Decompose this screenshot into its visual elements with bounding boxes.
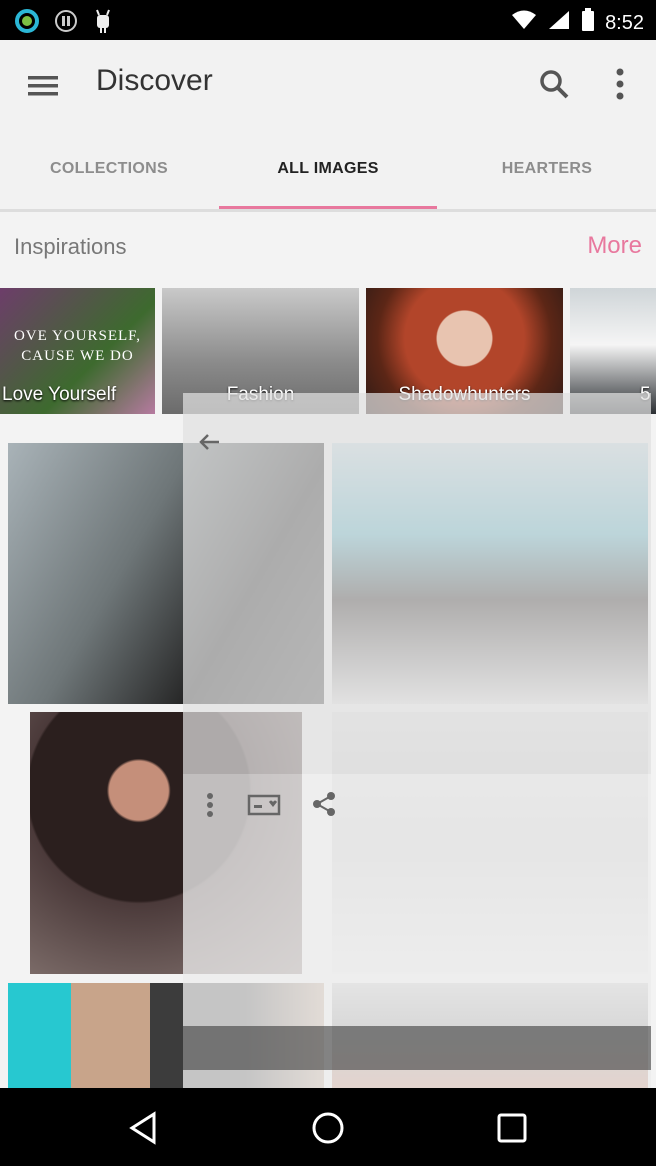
status-bar: 8:52 <box>0 0 656 40</box>
tab-bar: COLLECTIONS ALL IMAGES HEARTERS <box>0 146 656 210</box>
newspaper-heart-icon[interactable] <box>247 790 281 820</box>
image-preview-overlay[interactable] <box>183 393 651 774</box>
clock-time: 8:52 <box>605 11 644 34</box>
page-title: Discover <box>96 64 213 97</box>
wifi-icon <box>511 9 537 37</box>
app-bar: Discover COLLECTIONS ALL IMAGES HEARTERS <box>0 40 656 210</box>
android-icon <box>92 8 114 39</box>
share-icon[interactable] <box>309 788 339 820</box>
more-link[interactable]: More <box>587 232 642 260</box>
circle-app-icon <box>14 8 40 39</box>
overlay-bottom-bar <box>183 1026 651 1070</box>
more-vert-icon[interactable] <box>602 66 638 102</box>
image-quote-text: OVE YOURSELF, CAUSE WE DO <box>13 328 142 364</box>
tab-hearters[interactable]: HEARTERS <box>438 146 656 210</box>
more-vert-icon[interactable] <box>203 790 217 820</box>
navigation-bar <box>0 1088 656 1166</box>
battery-icon <box>581 8 595 38</box>
tab-collections[interactable]: COLLECTIONS <box>0 146 218 210</box>
inspiration-caption: Love Yourself <box>2 384 117 405</box>
image-action-panel <box>183 774 651 1088</box>
signal-icon <box>547 9 571 37</box>
recents-square-icon[interactable] <box>494 1110 530 1146</box>
tab-label: ALL IMAGES <box>277 160 379 177</box>
back-triangle-icon[interactable] <box>126 1110 162 1146</box>
search-icon[interactable] <box>536 66 572 102</box>
back-arrow-icon[interactable] <box>197 429 223 455</box>
pause-icon <box>54 9 78 38</box>
tab-all-images[interactable]: ALL IMAGES <box>219 146 437 210</box>
menu-icon[interactable] <box>24 68 64 104</box>
section-title: Inspirations <box>14 234 127 259</box>
inspiration-card[interactable]: OVE YOURSELF, CAUSE WE DO Love Yourself <box>0 288 155 414</box>
tab-label: HEARTERS <box>501 160 593 177</box>
tab-label: COLLECTIONS <box>50 160 168 177</box>
home-circle-icon[interactable] <box>310 1110 346 1146</box>
